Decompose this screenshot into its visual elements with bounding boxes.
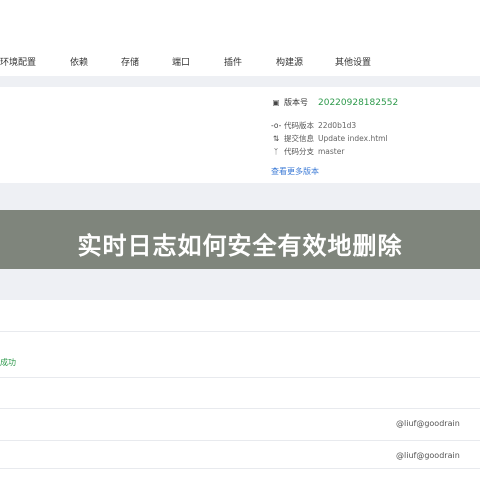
tab-build-source[interactable]: 构建源: [276, 55, 303, 68]
branch-value: master: [318, 147, 345, 156]
commit-label: 代码版本: [284, 121, 314, 130]
branch-label: 代码分支: [284, 147, 314, 156]
list-divider: [0, 331, 480, 332]
branch-icon: ᛉ: [273, 147, 279, 156]
branch-row: ᛉ 代码分支 master: [271, 146, 345, 157]
tab-plugins[interactable]: 插件: [224, 55, 242, 68]
tab-environment[interactable]: 环境配置: [0, 55, 36, 68]
commit-icon: -o-: [271, 121, 282, 130]
tab-dependencies[interactable]: 依赖: [70, 55, 88, 68]
version-info-card: [0, 87, 480, 183]
message-value: Update index.html: [318, 134, 388, 143]
status-success-text: 成功: [0, 358, 16, 367]
camera-icon: ▣: [272, 98, 280, 107]
list-divider: [0, 468, 480, 469]
version-label: 版本号: [284, 98, 308, 107]
version-number-row: ▣ 版本号 20220928182552: [271, 97, 398, 108]
version-value: 20220928182552: [318, 97, 399, 108]
commit-value: 22d0b1d3: [318, 121, 357, 130]
commit-row: -o- 代码版本 22d0b1d3: [271, 120, 356, 131]
tab-other-settings[interactable]: 其他设置: [335, 55, 371, 68]
more-versions-link[interactable]: 查看更多版本: [271, 166, 319, 177]
section-separator: [0, 183, 480, 210]
section-separator: [0, 269, 480, 300]
list-divider: [0, 377, 480, 378]
commit-message-row: ⇅ 提交信息 Update index.html: [271, 133, 388, 144]
tab-ports[interactable]: 端口: [172, 55, 190, 68]
list-divider: [0, 408, 480, 409]
list-divider: [0, 440, 480, 441]
list-item-author: @liuf@goodrain: [396, 419, 460, 428]
tab-storage[interactable]: 存储: [121, 55, 139, 68]
settings-tab-bar: 环境配置 依赖 存储 端口 插件 构建源 其他设置: [0, 0, 480, 76]
list-item-author: @liuf@goodrain: [396, 451, 460, 460]
banner-title: 实时日志如何安全有效地删除: [77, 232, 403, 260]
section-separator: [0, 76, 480, 87]
message-label: 提交信息: [284, 134, 314, 143]
pull-request-icon: ⇅: [272, 134, 280, 143]
